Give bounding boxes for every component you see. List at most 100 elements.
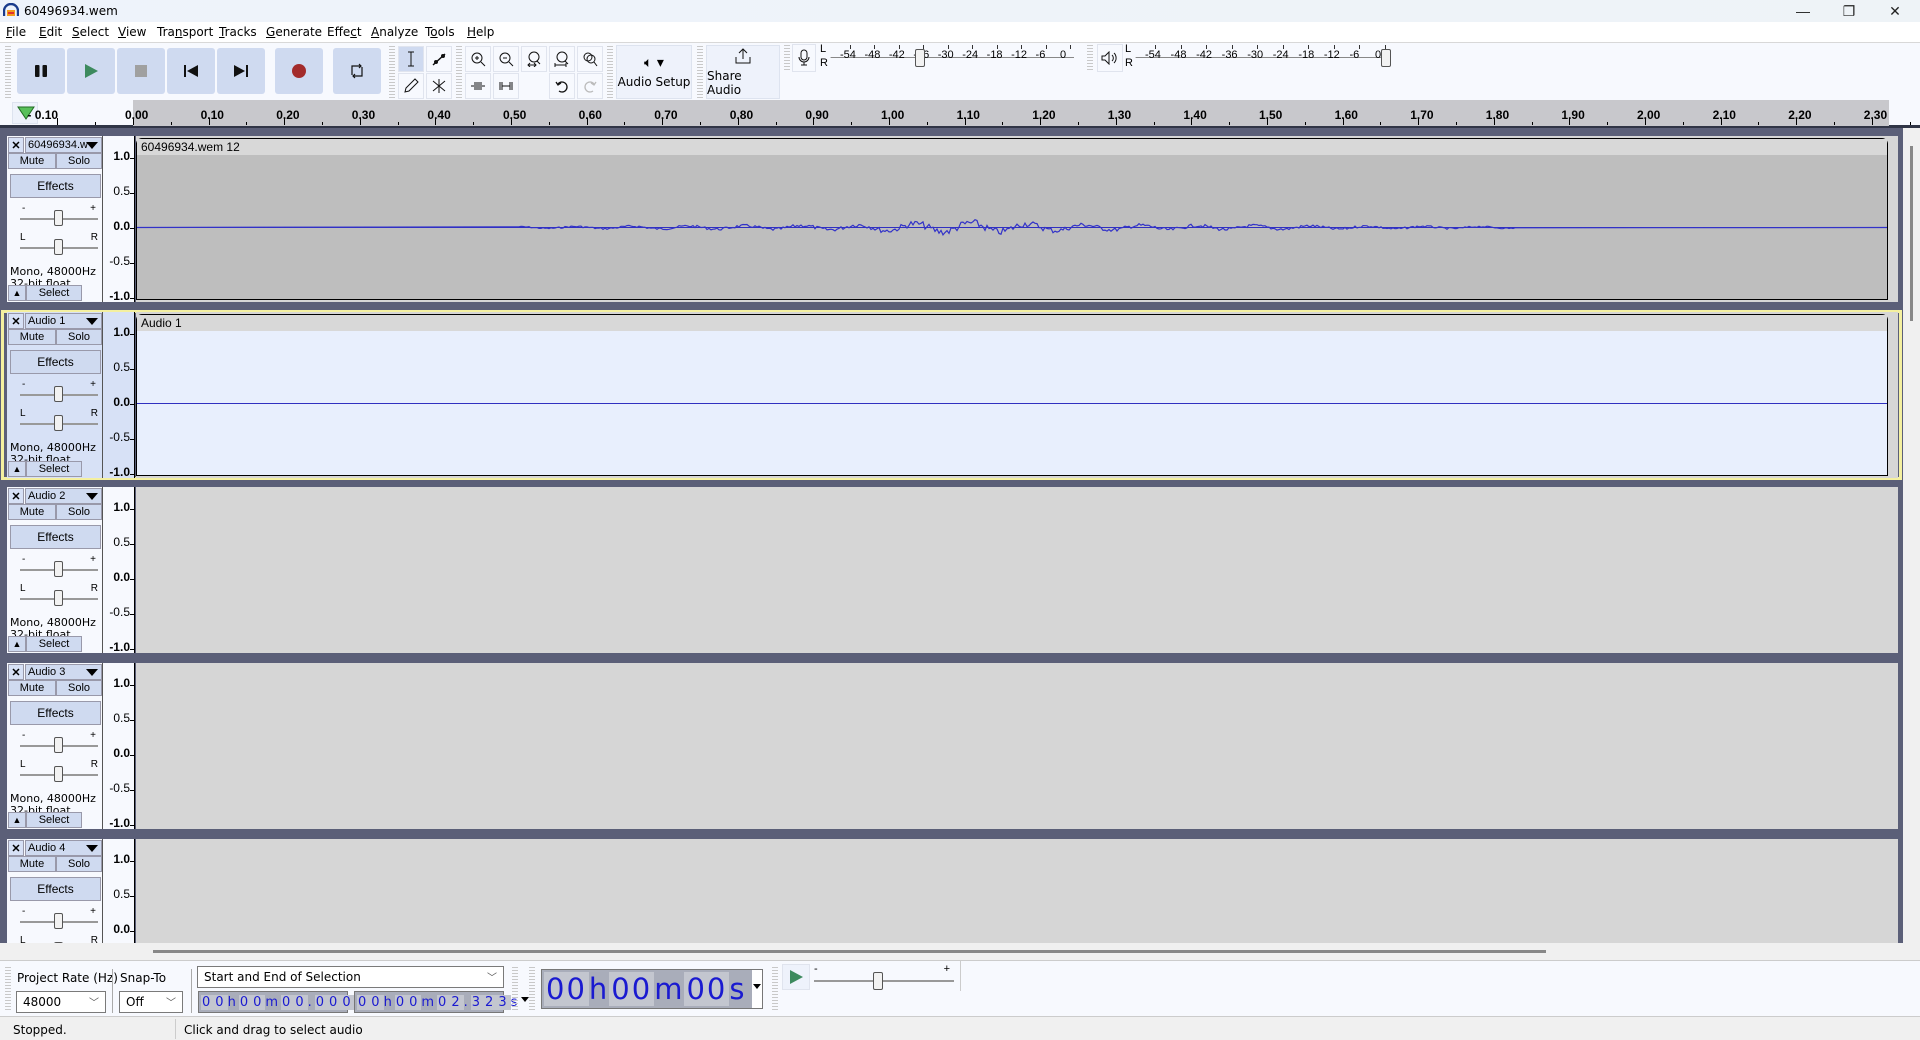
audio-clip[interactable]: 60496934.wem 12 bbox=[136, 138, 1888, 300]
collapse-track-button[interactable]: ▲ bbox=[8, 285, 26, 301]
vertical-amplitude-ruler[interactable]: 1.0 0.5 0.0 -0.5 -1.0 bbox=[103, 136, 135, 303]
close-track-button[interactable]: ✕ bbox=[8, 664, 24, 680]
effects-button[interactable]: Effects bbox=[10, 350, 101, 374]
record-meter-button[interactable] bbox=[792, 44, 816, 72]
track-name-menu[interactable]: Audio 1 bbox=[25, 313, 102, 329]
track-waveform-area[interactable] bbox=[136, 663, 1898, 829]
time-digit[interactable]: 0 bbox=[214, 994, 228, 1010]
gain-slider[interactable]: - + bbox=[20, 379, 98, 404]
menu-effect[interactable]: Effect bbox=[327, 25, 362, 39]
menu-select[interactable]: Select bbox=[72, 25, 109, 39]
maximize-button[interactable]: ❐ bbox=[1826, 0, 1872, 22]
time-digit[interactable]: 2 bbox=[484, 994, 498, 1010]
timeline-ruler[interactable]: - 0.10 0.00 0.10 0.20 0.30 0.40 0.50 0.60 0.70 0.… bbox=[0, 100, 1920, 128]
effects-button[interactable]: Effects bbox=[10, 701, 101, 725]
clip-body[interactable] bbox=[137, 155, 1887, 299]
time-digit[interactable]: 0 bbox=[294, 994, 308, 1010]
close-button[interactable]: ✕ bbox=[1872, 0, 1918, 22]
mute-button[interactable]: Mute bbox=[8, 329, 56, 345]
zoom-in-button[interactable] bbox=[465, 46, 491, 72]
mute-button[interactable]: Mute bbox=[8, 504, 56, 520]
time-digit[interactable]: 0 bbox=[408, 994, 422, 1010]
menu-help[interactable]: Help bbox=[467, 25, 494, 39]
time-digit[interactable]: 0 bbox=[238, 994, 253, 1010]
close-track-button[interactable]: ✕ bbox=[8, 313, 24, 329]
play-button[interactable] bbox=[67, 48, 115, 94]
zoom-toggle-button[interactable] bbox=[577, 46, 603, 72]
envelope-tool-button[interactable] bbox=[426, 46, 452, 72]
gain-slider-thumb[interactable] bbox=[54, 210, 63, 226]
toolbar-grip[interactable] bbox=[456, 46, 462, 98]
time-format-dropdown-icon[interactable] bbox=[752, 970, 762, 1008]
speed-slider-thumb[interactable] bbox=[872, 972, 883, 990]
pan-slider-thumb[interactable] bbox=[54, 590, 63, 606]
gain-slider[interactable]: - + bbox=[20, 203, 98, 228]
toolbar-grip[interactable] bbox=[389, 46, 395, 98]
audio-clip[interactable]: Audio 1 bbox=[136, 314, 1888, 476]
menu-generate[interactable]: Generate bbox=[266, 25, 322, 39]
playback-meter-button[interactable] bbox=[1097, 44, 1123, 72]
track-name-menu[interactable]: Audio 3 bbox=[25, 664, 102, 680]
track-waveform-area[interactable]: 60496934.wem 12 bbox=[136, 136, 1898, 302]
track-control-panel[interactable]: ✕ Audio 4 Mute Solo Effects - + L R bbox=[7, 839, 103, 943]
pan-slider[interactable]: L R bbox=[20, 759, 98, 784]
select-track-button[interactable]: Select bbox=[26, 812, 82, 828]
solo-button[interactable]: Solo bbox=[56, 329, 102, 345]
gain-slider[interactable]: - + bbox=[20, 730, 98, 755]
solo-button[interactable]: Solo bbox=[56, 856, 102, 872]
vertical-amplitude-ruler[interactable]: 1.0 0.5 0.0 -0.5 -1.0 bbox=[103, 487, 135, 654]
gain-slider-thumb[interactable] bbox=[54, 737, 63, 753]
track-waveform-area[interactable] bbox=[136, 487, 1898, 653]
share-audio-button[interactable]: Share Audio bbox=[706, 45, 780, 99]
menu-edit[interactable]: Edit bbox=[39, 25, 62, 39]
time-digit[interactable]: 0 bbox=[314, 994, 329, 1010]
clip-header[interactable]: Audio 1 bbox=[137, 315, 1887, 331]
playback-speed-slider[interactable]: - + bbox=[814, 963, 954, 990]
record-meter[interactable]: LR-54-48-42-36-30-24-18-12-60 bbox=[820, 43, 1078, 73]
pan-slider[interactable]: L R bbox=[20, 232, 98, 257]
meter-level-slider[interactable] bbox=[1381, 49, 1391, 67]
skip-to-start-button[interactable] bbox=[167, 48, 215, 94]
toolbar-grip[interactable] bbox=[607, 46, 613, 98]
pause-button[interactable] bbox=[17, 48, 65, 94]
time-digit[interactable]: 0 bbox=[370, 994, 384, 1010]
toolbar-grip[interactable] bbox=[5, 967, 11, 1011]
track-control-panel[interactable]: ✕ Audio 2 Mute Solo Effects - + L R Mono… bbox=[7, 487, 103, 653]
time-digit[interactable]: 00 bbox=[684, 972, 730, 1006]
pan-slider[interactable]: L R bbox=[20, 583, 98, 608]
select-track-button[interactable]: Select bbox=[26, 636, 82, 652]
track-control-panel[interactable]: ✕ Audio 3 Mute Solo Effects - + L R Mono… bbox=[7, 663, 103, 829]
menu-analyze[interactable]: Analyze bbox=[371, 25, 418, 39]
play-at-speed-button[interactable] bbox=[782, 964, 810, 990]
close-track-button[interactable]: ✕ bbox=[8, 488, 24, 504]
loop-button[interactable] bbox=[333, 48, 381, 94]
gain-slider-thumb[interactable] bbox=[54, 386, 63, 402]
selection-tool-button[interactable] bbox=[398, 46, 424, 72]
pan-slider[interactable]: L R bbox=[20, 408, 98, 433]
collapse-track-button[interactable]: ▲ bbox=[8, 461, 26, 477]
time-digit[interactable]: 3 bbox=[470, 994, 485, 1010]
draw-tool-button[interactable] bbox=[398, 73, 424, 99]
clip-body[interactable] bbox=[137, 331, 1887, 475]
track-name-menu[interactable]: Audio 2 bbox=[25, 488, 102, 504]
stop-button[interactable] bbox=[117, 48, 165, 94]
time-digit[interactable]: 0 bbox=[281, 994, 295, 1010]
playback-meter[interactable]: L R -54 -48 -42 -36 -30 -24 -18 -12 -6 0 bbox=[1125, 43, 1393, 73]
toolbar-grip[interactable] bbox=[697, 46, 703, 98]
time-digit[interactable]: 0 bbox=[357, 994, 371, 1010]
vertical-scrollbar[interactable] bbox=[1903, 128, 1920, 943]
time-digit[interactable]: 0 bbox=[394, 994, 409, 1010]
time-display[interactable]: 00 h 00 m 00 s bbox=[541, 969, 763, 1009]
menu-view[interactable]: View bbox=[118, 25, 146, 39]
skip-to-end-button[interactable] bbox=[217, 48, 265, 94]
gain-slider[interactable]: - + bbox=[20, 906, 98, 931]
pan-slider-thumb[interactable] bbox=[54, 239, 63, 255]
project-rate-select[interactable]: 48000 ﹀ bbox=[16, 991, 106, 1013]
horizontal-scrollbar[interactable] bbox=[0, 943, 1920, 960]
time-digit[interactable]: 00 bbox=[609, 972, 655, 1006]
time-digit[interactable]: 0 bbox=[341, 994, 355, 1010]
toolbar-grip[interactable] bbox=[529, 967, 535, 1011]
track-waveform-area[interactable] bbox=[136, 839, 1898, 943]
menu-file[interactable]: File bbox=[6, 25, 26, 39]
gain-slider-thumb[interactable] bbox=[54, 913, 63, 929]
